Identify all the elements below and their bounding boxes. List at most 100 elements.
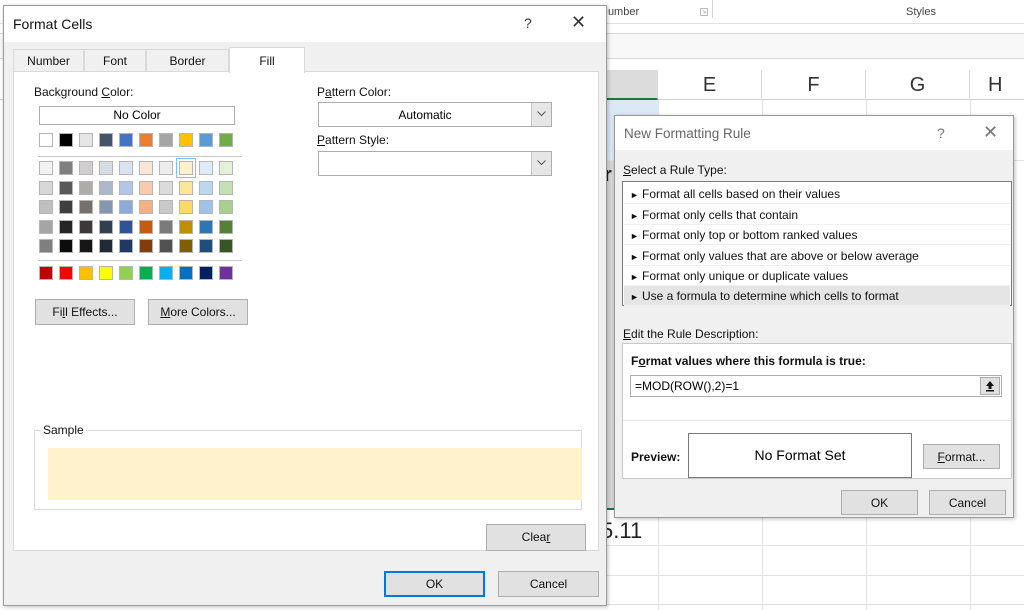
color-swatch-shade[interactable] [219, 161, 233, 175]
color-swatch-selected[interactable] [176, 158, 196, 178]
fill-effects-button[interactable]: Fill Effects... [35, 299, 135, 325]
color-swatch-shade[interactable] [39, 239, 53, 253]
color-swatch-theme[interactable] [79, 133, 93, 147]
format-button[interactable]: Format... [923, 444, 1000, 469]
color-swatch-theme[interactable] [139, 133, 153, 147]
color-swatch-shade[interactable] [159, 180, 173, 195]
color-swatch-standard[interactable] [79, 266, 93, 280]
color-swatch-shade[interactable] [119, 180, 133, 195]
color-swatch-shade[interactable] [179, 200, 193, 214]
color-swatch-shade[interactable] [219, 219, 233, 234]
color-swatch-theme[interactable] [39, 133, 53, 147]
ok-button[interactable]: OK [384, 571, 485, 597]
color-swatch-standard[interactable] [139, 266, 153, 280]
column-header-h[interactable]: H [970, 70, 1024, 100]
help-button[interactable]: ? [524, 15, 532, 31]
color-swatch-shade[interactable] [159, 200, 173, 214]
pattern-color-dropdown[interactable]: Automatic [318, 102, 552, 127]
formula-input[interactable]: =MOD(ROW(),2)=1 [630, 375, 1002, 397]
color-swatch-shade[interactable] [199, 180, 213, 195]
color-swatch-shade[interactable] [79, 200, 93, 214]
color-swatch-theme[interactable] [219, 133, 233, 147]
color-swatch-shade[interactable] [99, 161, 113, 175]
tab-border[interactable]: Border [146, 49, 229, 72]
column-header-d[interactable] [600, 70, 658, 100]
color-swatch-standard[interactable] [219, 266, 233, 280]
color-swatch-shade[interactable] [59, 180, 73, 195]
color-swatch-shade[interactable] [179, 239, 193, 253]
color-swatch-theme[interactable] [59, 133, 73, 147]
number-dialog-launcher-icon[interactable]: ↘ [700, 8, 708, 16]
no-color-button[interactable]: No Color [39, 106, 235, 125]
color-swatch-standard[interactable] [159, 266, 173, 280]
color-swatch-shade[interactable] [79, 161, 93, 175]
color-swatch-shade[interactable] [199, 219, 213, 234]
color-swatch-shade[interactable] [119, 239, 133, 253]
color-swatch-theme[interactable] [179, 133, 193, 147]
color-swatch-standard[interactable] [199, 266, 213, 280]
color-swatch-standard[interactable] [99, 266, 113, 280]
color-swatch-shade[interactable] [59, 161, 73, 175]
color-swatch-shade[interactable] [139, 180, 153, 195]
color-swatch-shade[interactable] [59, 200, 73, 214]
rule-type-item[interactable]: ► Format only unique or duplicate values [624, 266, 1010, 286]
color-swatch-theme[interactable] [99, 133, 113, 147]
color-swatch-shade[interactable] [139, 161, 153, 175]
color-swatch-shade[interactable] [199, 161, 213, 175]
rule-type-item-selected[interactable]: ► Use a formula to determine which cells … [624, 286, 1010, 306]
color-swatch-shade[interactable] [119, 200, 133, 214]
column-header-g[interactable]: G [866, 70, 970, 100]
tab-font[interactable]: Font [84, 49, 146, 72]
pattern-style-dropdown[interactable] [318, 151, 552, 176]
color-swatch-shade[interactable] [99, 200, 113, 214]
color-swatch-shade[interactable] [219, 200, 233, 214]
color-swatch-theme[interactable] [119, 133, 133, 147]
column-header-f[interactable]: F [762, 70, 866, 100]
color-swatch-shade[interactable] [99, 219, 113, 234]
color-swatch-shade[interactable] [139, 219, 153, 234]
color-swatch-standard[interactable] [39, 266, 53, 280]
color-swatch-shade[interactable] [39, 161, 53, 175]
new-formatting-rule-titlebar[interactable]: New Formatting Rule ? ✕ [615, 116, 1013, 150]
color-swatch-standard[interactable] [179, 266, 193, 280]
rule-type-item[interactable]: ► Format only top or bottom ranked values [624, 225, 1010, 245]
color-swatch-shade[interactable] [219, 180, 233, 195]
color-swatch-shade[interactable] [219, 239, 233, 253]
color-swatch-shade[interactable] [159, 219, 173, 234]
color-swatch-shade[interactable] [199, 200, 213, 214]
chevron-down-icon[interactable] [531, 152, 551, 175]
rule-type-item[interactable]: ► Format all cells based on their values [624, 184, 1010, 204]
column-header-e[interactable]: E [658, 70, 762, 100]
cell-value[interactable]: 5.11 [601, 518, 642, 544]
color-swatch-shade[interactable] [79, 180, 93, 195]
close-button[interactable]: ✕ [571, 12, 586, 33]
color-swatch-shade[interactable] [79, 219, 93, 234]
rule-type-list[interactable]: ► Format all cells based on their values … [622, 181, 1012, 306]
color-swatch-shade[interactable] [99, 180, 113, 195]
tab-fill[interactable]: Fill [229, 47, 305, 73]
color-swatch-theme[interactable] [199, 133, 213, 147]
ok-button[interactable]: OK [841, 490, 918, 515]
color-swatch-shade[interactable] [79, 239, 93, 253]
color-swatch-shade[interactable] [159, 161, 173, 175]
cancel-button[interactable]: Cancel [929, 490, 1006, 515]
color-swatch-shade[interactable] [199, 239, 213, 253]
close-button[interactable]: ✕ [983, 122, 998, 143]
rule-type-item[interactable]: ► Format only cells that contain [624, 205, 1010, 225]
more-colors-button[interactable]: More Colors... [148, 299, 248, 325]
format-cells-titlebar[interactable]: Format Cells ? ✕ [4, 6, 606, 42]
color-swatch-shade[interactable] [139, 239, 153, 253]
color-swatch-shade[interactable] [119, 219, 133, 234]
color-swatch-theme[interactable] [159, 133, 173, 147]
color-swatch-shade[interactable] [119, 161, 133, 175]
color-swatch-shade[interactable] [99, 239, 113, 253]
tab-number[interactable]: Number [13, 49, 84, 72]
help-button[interactable]: ? [937, 125, 945, 141]
color-swatch-shade[interactable] [39, 200, 53, 214]
color-swatch-shade[interactable] [139, 200, 153, 214]
color-swatch-standard[interactable] [119, 266, 133, 280]
color-swatch-shade[interactable] [39, 180, 53, 195]
color-swatch-shade[interactable] [179, 219, 193, 234]
color-swatch-shade[interactable] [159, 239, 173, 253]
color-swatch-shade[interactable] [59, 239, 73, 253]
